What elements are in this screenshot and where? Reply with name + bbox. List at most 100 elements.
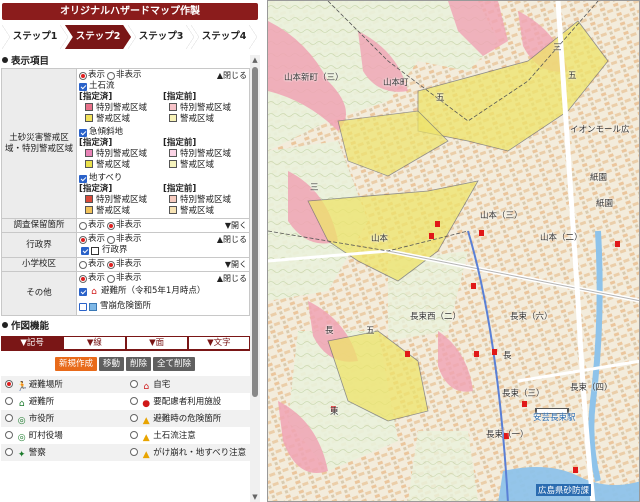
map-label: 三 (553, 43, 562, 53)
sediment-group-checkbox[interactable] (79, 128, 87, 137)
symbol-radio[interactable] (129, 413, 138, 422)
sediment-group-checkbox[interactable] (79, 174, 87, 183)
symbol-icon: ⌂ (143, 381, 150, 392)
warning-zone-label: 警戒区域 (180, 206, 215, 216)
other-show-radio[interactable] (79, 274, 87, 283)
school-label: 小学校区 (1, 257, 77, 272)
symbol-radio[interactable] (5, 430, 13, 439)
warning-zone-label: 警戒区域 (180, 114, 215, 124)
symbol-row: ◎ 市役所 ▲ 避難時の危険箇所 (1, 410, 250, 427)
shelter-checkbox[interactable] (79, 287, 87, 296)
symbol-icon: ✦ (17, 449, 26, 460)
symbol-label: がけ崩れ・地すべり注意 (153, 447, 247, 458)
map-label: 長束（三） (502, 389, 545, 399)
symbol-label: 土石流注意 (153, 430, 196, 441)
tab-symbol[interactable]: ▼記号 (1, 336, 64, 349)
map-label: 長束（四） (570, 383, 613, 393)
tab-area[interactable]: ▼面 (125, 336, 188, 349)
sediment-group-checkbox[interactable] (79, 82, 87, 91)
symbol-icon: ▲ (142, 415, 150, 426)
survey-open-toggle[interactable]: ▼開く (225, 220, 247, 231)
symbol-radio[interactable] (5, 413, 13, 422)
left-panel: オリジナルハザードマップ作製 ステップ1 ステップ2 ステップ3 ステップ4 表… (0, 0, 262, 502)
drawing-section-heading: 作図機能 (0, 320, 250, 333)
other-label: その他 (1, 271, 77, 316)
tab-text[interactable]: ▼文字 (187, 336, 250, 349)
admin-label: 行政界 (1, 232, 77, 258)
sediment-hide-radio[interactable] (107, 71, 116, 80)
sediment-group-name: 土石流 (89, 81, 115, 91)
symbol-radio[interactable] (5, 379, 13, 388)
step-2-tab[interactable]: ステップ2 (65, 25, 131, 49)
survey-label: 調査保留箇所 (1, 218, 77, 233)
designated-heading: [指定済] (79, 138, 113, 148)
map-label: 三 (310, 183, 319, 193)
map-label: 広島県砂防課 (536, 484, 592, 496)
school-hide-radio[interactable] (107, 260, 116, 269)
map-label: 山本新町（三） (284, 73, 344, 83)
warning-zone-swatch (85, 160, 93, 168)
map-label: 紙園 (596, 199, 614, 209)
sediment-group: 土石流 [指定済] 特別警戒区域 警戒区域 [指定前] 特別警戒区域 警戒区域 (79, 81, 247, 125)
panel-scroll-area[interactable]: 表示項目 土砂災害警戒区域・特別警戒区域 表示 非表示 ▲閉じる 土石流 [指定済… (0, 55, 250, 502)
admin-show-radio[interactable] (79, 235, 87, 244)
symbol-label: 要配慮者利用施設 (153, 396, 222, 407)
map-label: 山本（二） (540, 233, 583, 243)
special-zone-swatch (85, 103, 93, 111)
delete-all-button[interactable]: 全て削除 (153, 357, 196, 371)
symbol-row: ◎ 町村役場 ▲ 土石流注意 (1, 427, 250, 444)
scroll-thumb[interactable] (252, 67, 258, 397)
step-1-tab[interactable]: ステップ1 (2, 25, 68, 49)
symbol-radio[interactable] (129, 379, 138, 388)
sediment-group: 急傾斜地 [指定済] 特別警戒区域 警戒区域 [指定前] 特別警戒区域 警戒区域 (79, 127, 247, 171)
symbol-radio[interactable] (129, 447, 138, 456)
move-button[interactable]: 移動 (98, 357, 124, 371)
admin-swatch (91, 246, 99, 255)
admin-close-toggle[interactable]: ▲閉じる (217, 234, 247, 245)
symbol-radio[interactable] (129, 430, 138, 439)
warning-zone-label: 警戒区域 (180, 160, 215, 170)
warning-zone-before-swatch (169, 206, 177, 214)
map-label: 山本（三） (480, 211, 523, 221)
symbol-row: ✦ 警察 ▲ がけ崩れ・地すべり注意 (1, 444, 250, 461)
admin-hide-radio[interactable] (107, 235, 116, 244)
survey-show-radio[interactable] (79, 221, 87, 230)
symbol-icon: ◎ (17, 432, 26, 443)
symbol-radio[interactable] (129, 396, 138, 405)
hazard-map[interactable]: 山本新町（三） 山本町 山本 五 五 イオンモール広 紙園 紙園 山本（三） 山… (267, 0, 640, 502)
map-label: 東 (330, 407, 339, 417)
other-hide-radio[interactable] (107, 274, 116, 283)
delete-button[interactable]: 削除 (126, 357, 152, 371)
sediment-close-toggle[interactable]: ▲閉じる (217, 70, 247, 81)
special-zone-label: 特別警戒区域 (180, 103, 232, 113)
panel-scrollbar[interactable]: ▲ ▼ (250, 55, 260, 502)
map-label: 五 (436, 93, 445, 103)
school-open-toggle[interactable]: ▼開く (225, 259, 247, 270)
symbol-label: 避難所 (28, 396, 55, 407)
warning-zone-swatch (85, 206, 93, 214)
sediment-group-name: 地すべり (89, 173, 123, 183)
admin-checkbox[interactable] (81, 246, 89, 255)
map-label: 紙園 (590, 173, 608, 183)
tab-line[interactable]: ▼線 (63, 336, 126, 349)
step-3-tab[interactable]: ステップ3 (128, 25, 194, 49)
sediment-show-radio[interactable] (79, 71, 87, 80)
step-4-tab[interactable]: ステップ4 (191, 25, 257, 49)
symbol-icon: ▲ (142, 432, 150, 443)
step-tabs: ステップ1 ステップ2 ステップ3 ステップ4 (2, 25, 258, 49)
school-show-radio[interactable] (79, 260, 87, 269)
avalanche-checkbox[interactable] (79, 302, 87, 311)
other-close-toggle[interactable]: ▲閉じる (217, 273, 247, 284)
designated-heading: [指定済] (79, 184, 113, 194)
survey-hide-radio[interactable] (107, 221, 116, 230)
scroll-up-icon[interactable]: ▲ (251, 56, 259, 64)
warning-zone-label: 警戒区域 (96, 206, 131, 216)
designated-heading: [指定済] (79, 92, 113, 102)
special-zone-label: 特別警戒区域 (96, 195, 148, 205)
symbol-radio[interactable] (5, 396, 13, 405)
warning-zone-before-swatch (169, 160, 177, 168)
symbol-radio[interactable] (5, 447, 13, 456)
special-zone-before-swatch (169, 195, 177, 203)
new-create-button[interactable]: 新規作成 (54, 357, 97, 371)
scroll-down-icon[interactable]: ▼ (251, 493, 259, 501)
